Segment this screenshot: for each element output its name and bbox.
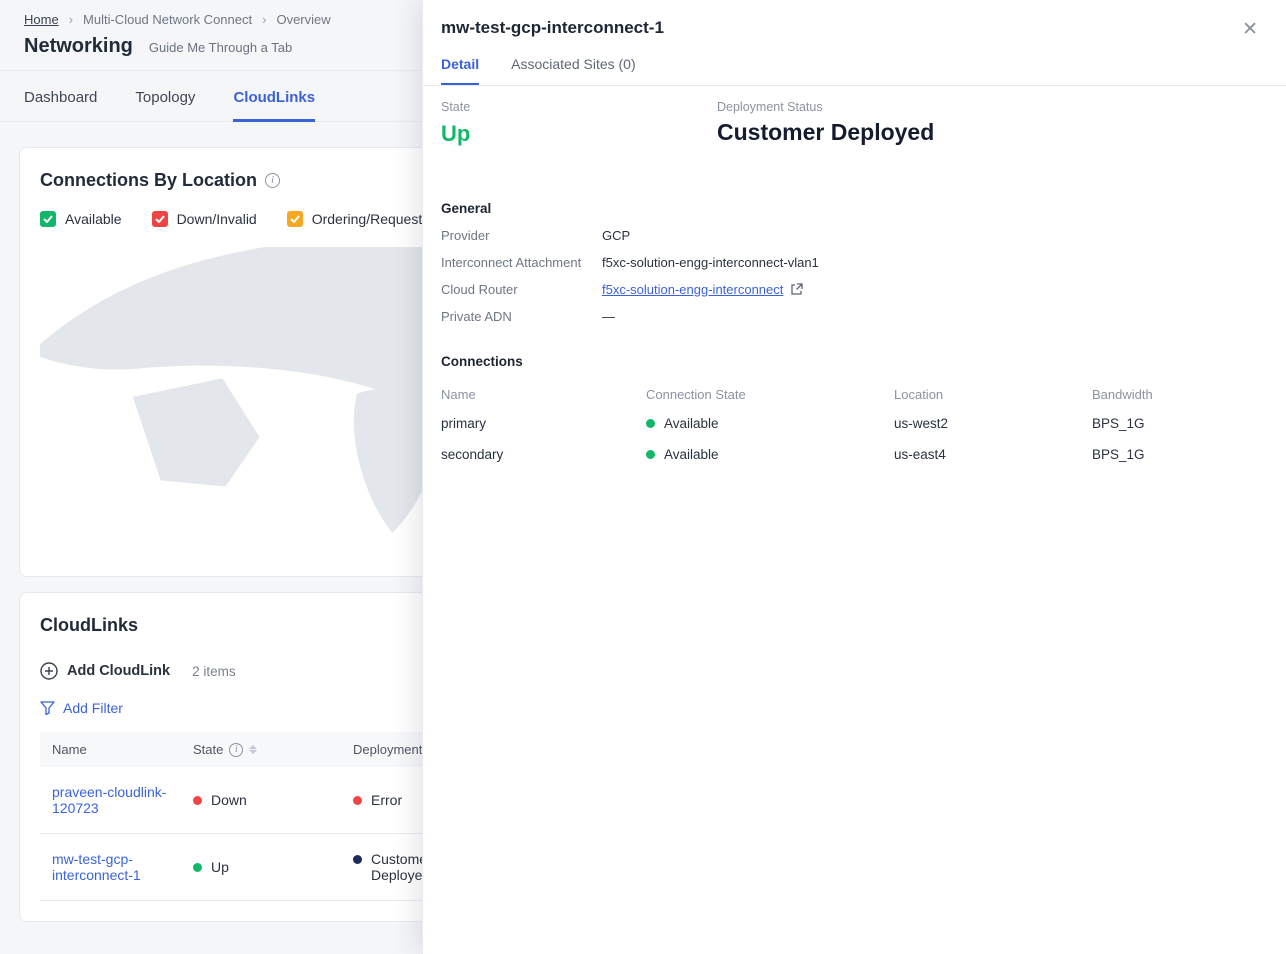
status-dot bbox=[646, 419, 655, 428]
connections-table-header: Name Connection State Location Bandwidth bbox=[441, 383, 1262, 408]
connection-state-label: Available bbox=[664, 447, 719, 462]
down-invalid-checkbox[interactable] bbox=[152, 211, 168, 227]
status-dot bbox=[193, 863, 202, 872]
breadcrumb-current: Overview bbox=[276, 12, 330, 27]
state-cell: Down bbox=[181, 775, 341, 825]
close-icon[interactable]: ✕ bbox=[1242, 20, 1258, 39]
add-cloudlink-label: Add CloudLink bbox=[67, 663, 170, 679]
guide-me-link[interactable]: Guide Me Through a Tab bbox=[149, 40, 292, 55]
drawer-tab-detail[interactable]: Detail bbox=[441, 56, 479, 85]
col-header-name[interactable]: Name bbox=[40, 732, 181, 767]
cloudlinks-card-title: CloudLinks bbox=[40, 615, 138, 636]
page-title: Networking bbox=[24, 35, 133, 58]
connection-state-cell: Available bbox=[646, 447, 894, 462]
col-header-state[interactable]: State i bbox=[181, 732, 341, 767]
drawer-title: mw-test-gcp-interconnect-1 bbox=[441, 18, 1262, 38]
add-filter-label: Add Filter bbox=[63, 700, 123, 716]
state-label: Down bbox=[211, 792, 247, 808]
connection-state-cell: Available bbox=[646, 416, 894, 431]
connections-section-heading: Connections bbox=[441, 354, 1262, 369]
tab-dashboard[interactable]: Dashboard bbox=[24, 89, 97, 121]
status-dot bbox=[193, 796, 202, 805]
connection-bandwidth: BPS_1G bbox=[1092, 447, 1262, 462]
deployment-status-value: Customer Deployed bbox=[717, 119, 1262, 146]
chevron-right-icon: › bbox=[69, 12, 73, 27]
connection-location: us-east4 bbox=[894, 447, 1092, 462]
connection-name: primary bbox=[441, 416, 646, 431]
check-icon bbox=[290, 215, 300, 223]
check-icon bbox=[155, 215, 165, 223]
external-link-icon bbox=[790, 283, 803, 296]
state-block: State Up bbox=[441, 100, 717, 147]
connection-bandwidth: BPS_1G bbox=[1092, 416, 1262, 431]
general-section-heading: General bbox=[441, 201, 1262, 216]
filter-icon bbox=[40, 701, 55, 715]
available-checkbox[interactable] bbox=[40, 211, 56, 227]
legend-item-down-invalid: Down/Invalid bbox=[152, 211, 257, 227]
field-cloud-router: Cloud Router f5xc-solution-engg-intercon… bbox=[441, 282, 1262, 297]
connection-state-label: Available bbox=[664, 416, 719, 431]
field-interconnect-attachment: Interconnect Attachment f5xc-solution-en… bbox=[441, 255, 1262, 270]
status-dot bbox=[646, 450, 655, 459]
deployment-status-block: Deployment Status Customer Deployed bbox=[717, 100, 1262, 147]
col-header-bandwidth: Bandwidth bbox=[1092, 387, 1262, 402]
chevron-right-icon: › bbox=[262, 12, 266, 27]
state-cell: Up bbox=[181, 842, 341, 892]
add-cloudlink-button[interactable]: Add CloudLink bbox=[40, 662, 170, 680]
connection-location: us-west2 bbox=[894, 416, 1092, 431]
connection-name: secondary bbox=[441, 447, 646, 462]
breadcrumb-section[interactable]: Multi-Cloud Network Connect bbox=[83, 12, 252, 27]
col-header-location: Location bbox=[894, 387, 1092, 402]
cloud-router-link[interactable]: f5xc-solution-engg-interconnect bbox=[602, 282, 803, 297]
field-provider: Provider GCP bbox=[441, 228, 1262, 243]
app-page: Home › Multi-Cloud Network Connect › Ove… bbox=[0, 0, 1286, 954]
deployment-label: Error bbox=[371, 792, 402, 808]
col-header-name: Name bbox=[441, 387, 646, 402]
items-count: 2 items bbox=[192, 664, 236, 679]
col-header-connection-state: Connection State bbox=[646, 387, 894, 402]
drawer-tab-associated-sites[interactable]: Associated Sites (0) bbox=[511, 56, 636, 85]
state-value: Up bbox=[441, 121, 717, 147]
status-dot bbox=[353, 796, 362, 805]
cloudlink-name-link[interactable]: praveen-cloudlink-120723 bbox=[52, 784, 166, 816]
table-row: secondary Available us-east4 BPS_1G bbox=[441, 439, 1262, 470]
cloudlink-detail-drawer: mw-test-gcp-interconnect-1 ✕ Detail Asso… bbox=[422, 0, 1286, 954]
tab-cloudlinks[interactable]: CloudLinks bbox=[233, 89, 315, 122]
deployment-status-label: Deployment Status bbox=[717, 100, 1262, 114]
state-label: State bbox=[441, 100, 717, 114]
sort-icon[interactable] bbox=[249, 745, 257, 754]
legend-label: Available bbox=[65, 211, 122, 227]
status-dot bbox=[353, 855, 362, 864]
check-icon bbox=[43, 215, 53, 223]
info-icon[interactable]: i bbox=[229, 743, 243, 757]
ordering-checkbox[interactable] bbox=[287, 211, 303, 227]
table-row: primary Available us-west2 BPS_1G bbox=[441, 408, 1262, 439]
legend-label: Down/Invalid bbox=[177, 211, 257, 227]
breadcrumb-home[interactable]: Home bbox=[24, 12, 59, 27]
field-private-adn: Private ADN — bbox=[441, 309, 1262, 324]
state-label: Up bbox=[211, 859, 229, 875]
tab-topology[interactable]: Topology bbox=[135, 89, 195, 121]
plus-circle-icon bbox=[40, 662, 58, 680]
legend-item-available: Available bbox=[40, 211, 122, 227]
map-card-title: Connections By Location bbox=[40, 170, 257, 191]
cloudlink-name-link[interactable]: mw-test-gcp-interconnect-1 bbox=[52, 851, 141, 883]
drawer-tab-bar: Detail Associated Sites (0) bbox=[441, 56, 1262, 85]
info-icon[interactable]: i bbox=[265, 173, 280, 188]
